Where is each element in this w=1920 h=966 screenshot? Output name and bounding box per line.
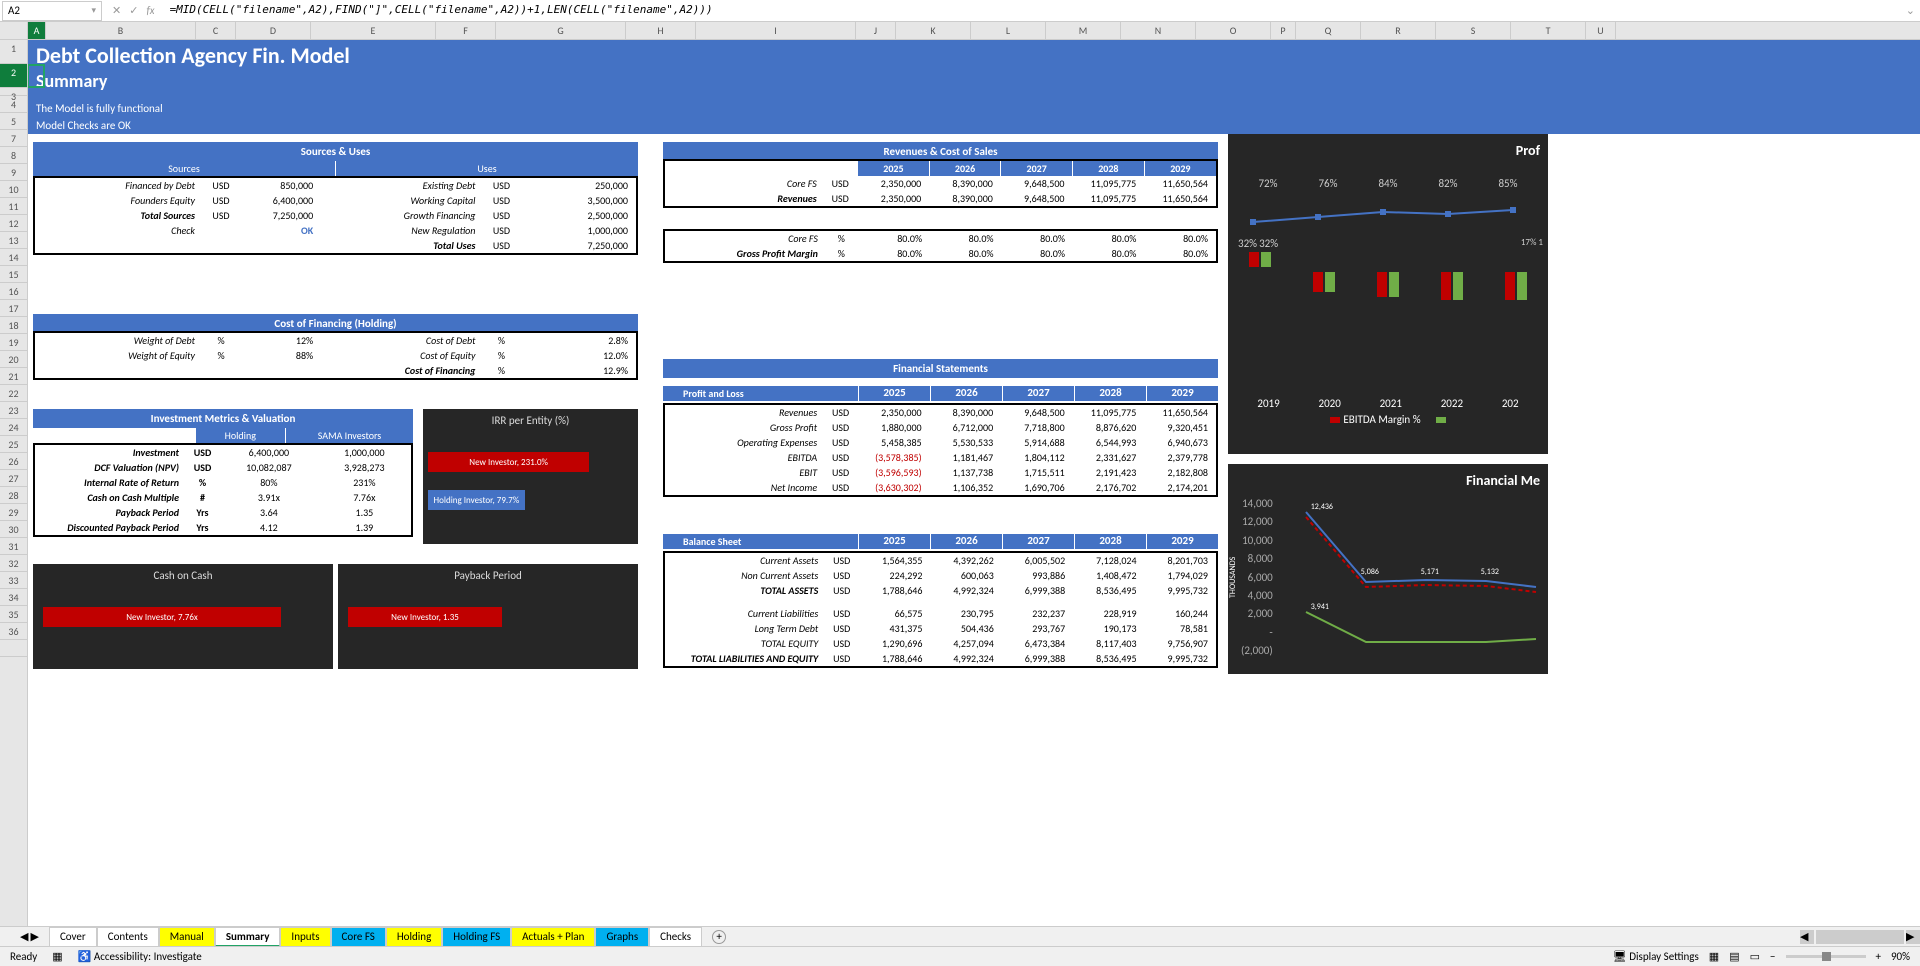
col-M[interactable]: M (1046, 22, 1121, 39)
status-bar: Ready ▦ ♿ Accessibility: Investigate 🖥 D… (0, 946, 1920, 966)
check-icon[interactable]: ✓ (129, 4, 138, 17)
zoom-in-icon[interactable]: + (1876, 950, 1881, 963)
payback-chart: Payback Period New Investor, 1.35 (338, 564, 638, 669)
rev-box: 20252026202720282029Core FSUSD2,350,0008… (663, 159, 1218, 208)
zoom-slider[interactable] (1786, 955, 1866, 958)
view-break-icon[interactable]: ▭ (1750, 950, 1760, 963)
tab-prev-icon[interactable]: ◀ (20, 930, 28, 943)
macro-icon[interactable]: ▦ (52, 950, 62, 963)
column-headers: A B C D E F G H I J K L M N O P Q R S T … (0, 22, 1920, 40)
col-L[interactable]: L (971, 22, 1046, 39)
col-A[interactable]: A (28, 22, 46, 39)
tab-summary[interactable]: Summary (215, 927, 281, 947)
col-F[interactable]: F (436, 22, 496, 39)
col-Q[interactable]: Q (1296, 22, 1361, 39)
col-S[interactable]: S (1436, 22, 1511, 39)
formula-bar: A2 ▾ ✕ ✓ fx =MID(CELL("filename",A2),FIN… (0, 0, 1920, 22)
cost-fin-box: Weight of Debt%12%Cost of Debt%2.8%Weigh… (33, 331, 638, 380)
col-U[interactable]: U (1586, 22, 1616, 39)
col-H[interactable]: H (626, 22, 696, 39)
select-all[interactable] (0, 22, 28, 39)
tab-holding[interactable]: Holding (386, 927, 442, 947)
col-D[interactable]: D (236, 22, 311, 39)
sources-uses-header: Sources & Uses (33, 142, 638, 161)
tab-holding-fs[interactable]: Holding FS (442, 927, 511, 947)
tab-core-fs[interactable]: Core FS (331, 927, 386, 947)
cash-chart: Cash on Cash New Investor, 7.76x (33, 564, 333, 669)
formula-input[interactable]: =MID(CELL("filename",A2),FIND("]",CELL("… (165, 1, 1901, 21)
row-headers: 1 2 3 4 5 7 8 9 10 11 12 13 14 15 16 17 … (0, 40, 28, 926)
col-J[interactable]: J (856, 22, 896, 39)
margin-box: Core FS%80.0%80.0%80.0%80.0%80.0%Gross P… (663, 229, 1218, 263)
main-title: Debt Collection Agency Fin. Model (28, 40, 1920, 68)
pl-box: RevenuesUSD2,350,0008,390,0009,648,50011… (663, 403, 1218, 497)
view-layout-icon[interactable]: ▤ (1729, 950, 1739, 963)
fin-metrics-chart: Financial Me THOUSANDS 14,00012,00010,00… (1228, 464, 1548, 674)
new-sheet-icon[interactable]: + (712, 930, 726, 944)
col-E[interactable]: E (311, 22, 436, 39)
display-settings[interactable]: 🖥 Display Settings (1613, 950, 1699, 963)
tab-graphs[interactable]: Graphs (595, 927, 649, 947)
formula-icons: ✕ ✓ fx (112, 4, 155, 17)
tab-checks[interactable]: Checks (649, 927, 702, 947)
status-2: Model Checks are OK (28, 117, 1920, 134)
col-B[interactable]: B (46, 22, 196, 39)
col-R[interactable]: R (1361, 22, 1436, 39)
tab-manual[interactable]: Manual (159, 927, 215, 947)
col-N[interactable]: N (1121, 22, 1196, 39)
sources-uses-box: Financed by DebtUSD850,000Existing DebtU… (33, 176, 638, 255)
col-G[interactable]: G (496, 22, 626, 39)
sheet-tabs: ◀ ▶ CoverContentsManualSummaryInputsCore… (0, 926, 1920, 946)
col-T[interactable]: T (1511, 22, 1586, 39)
horiz-scrollbar[interactable]: ◀▶ (1800, 928, 1920, 946)
fx-icon[interactable]: fx (146, 4, 154, 17)
bs-box: Current AssetsUSD1,564,3554,392,2626,005… (663, 551, 1218, 668)
col-K[interactable]: K (896, 22, 971, 39)
sheet-content[interactable]: Debt Collection Agency Fin. Model Summar… (28, 40, 1920, 926)
profitability-chart: Prof 72%76%84%82%85% 32% 32% 17% 1 (1228, 134, 1548, 454)
tab-contents[interactable]: Contents (97, 927, 159, 947)
tab-actuals-+-plan[interactable]: Actuals + Plan (511, 927, 595, 947)
tab-next-icon[interactable]: ▶ (30, 930, 38, 943)
cancel-icon[interactable]: ✕ (112, 4, 121, 17)
status-1: The Model is fully functional (28, 100, 1920, 117)
col-O[interactable]: O (1196, 22, 1271, 39)
tab-cover[interactable]: Cover (49, 927, 97, 947)
irr-chart: IRR per Entity (%) New Investor, 231.0%H… (423, 409, 638, 544)
formula-expand-icon[interactable]: ⌄ (1901, 4, 1920, 17)
metrics-box: InvestmentUSD6,400,0001,000,000DCF Valua… (33, 443, 413, 537)
tab-inputs[interactable]: Inputs (280, 927, 330, 947)
view-normal-icon[interactable]: ▦ (1709, 950, 1719, 963)
dropdown-icon: ▾ (91, 5, 96, 16)
col-C[interactable]: C (196, 22, 236, 39)
accessibility[interactable]: ♿ Accessibility: Investigate (78, 950, 202, 963)
col-P[interactable]: P (1271, 22, 1296, 39)
zoom-out-icon[interactable]: − (1770, 950, 1775, 963)
subtitle: Summary (28, 68, 1920, 92)
name-box[interactable]: A2 ▾ (2, 1, 102, 21)
col-I[interactable]: I (696, 22, 856, 39)
